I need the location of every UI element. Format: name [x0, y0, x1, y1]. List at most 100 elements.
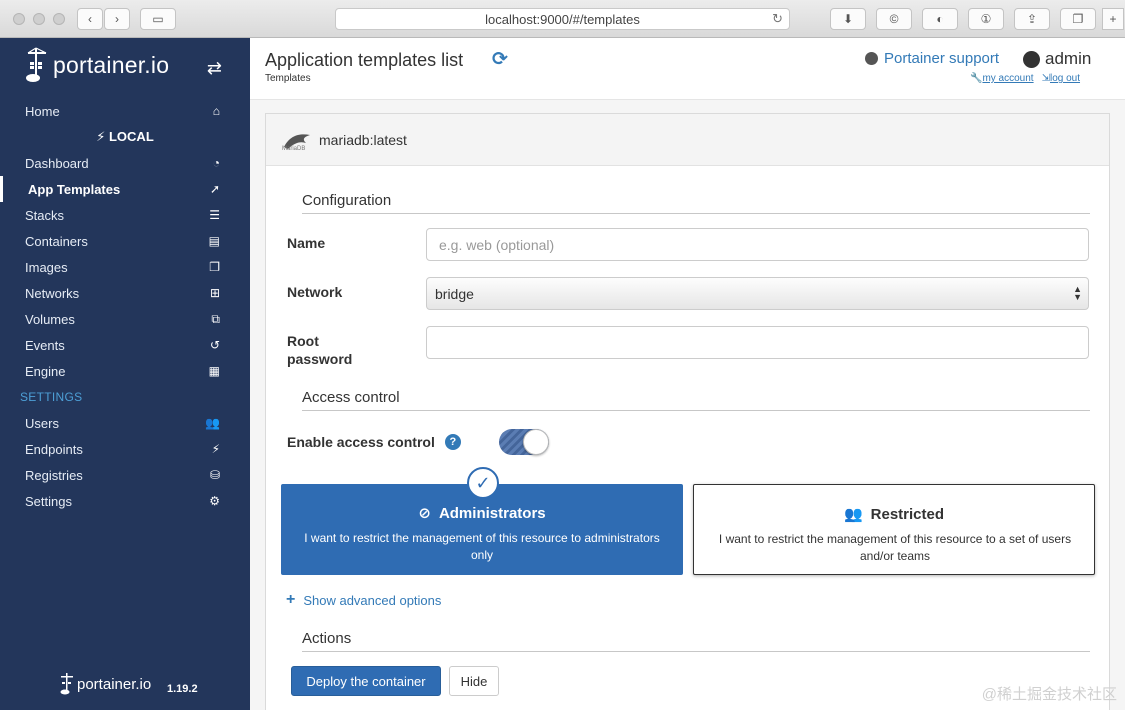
crane-icon: [26, 47, 47, 82]
sidebar-item-events[interactable]: Events ↺: [0, 332, 250, 358]
close-window-button[interactable]: [13, 13, 25, 25]
template-name: mariadb:latest: [319, 132, 407, 148]
chevron-right-icon: ›: [115, 12, 119, 26]
logo-text: portainer.io: [53, 51, 170, 78]
sidebar-item-app-templates[interactable]: App Templates ➚: [0, 176, 250, 202]
history-icon: ↺: [209, 338, 220, 352]
restricted-option[interactable]: 👥 Restricted I want to restrict the mana…: [693, 484, 1095, 575]
deploy-container-button[interactable]: Deploy the container: [291, 666, 441, 696]
sidebar-item-label: Settings: [25, 493, 72, 509]
tabs-button[interactable]: ❐: [1060, 8, 1096, 30]
sidebar-item-registries[interactable]: Registries ⛁: [0, 462, 250, 488]
support-label: Portainer support: [884, 50, 1000, 67]
username: admin: [1045, 49, 1092, 68]
back-button[interactable]: ‹: [77, 8, 103, 30]
access-control-toggle[interactable]: [499, 429, 549, 455]
sidebar-item-label: Events: [25, 337, 65, 353]
name-input[interactable]: [426, 228, 1089, 261]
my-account-link[interactable]: 🔧my account: [970, 73, 1034, 84]
network-selected-value: bridge: [435, 285, 474, 302]
toggle-knob: [523, 429, 549, 455]
section-title: Actions: [302, 630, 352, 647]
sidebar-item-images[interactable]: Images ❐: [0, 254, 250, 280]
endpoint-header: ⚡ LOCAL: [0, 129, 250, 145]
reload-icon[interactable]: ↻: [772, 11, 783, 27]
select-arrows-icon: ▲ ▼: [1073, 284, 1082, 302]
sidebar: portainer.io ⇄ Home ⌂ ⚡ LOCAL Dashboard …: [0, 38, 250, 710]
account-links: 🔧my account ⇲log out: [970, 73, 1080, 84]
cubes-icon: ⧉: [211, 311, 220, 326]
sidebar-item-dashboard[interactable]: Dashboard ◔: [0, 150, 250, 176]
page-header: Application templates list ⟳ Templates P…: [250, 38, 1125, 100]
new-tab-button[interactable]: +: [1102, 8, 1124, 30]
name-label: Name: [287, 235, 326, 251]
help-icon[interactable]: ?: [444, 434, 461, 450]
sidebar-item-settings[interactable]: Settings ⚙: [0, 488, 250, 514]
sidebar-item-label: Users: [25, 415, 59, 431]
exchange-icon[interactable]: ⇄: [207, 58, 222, 79]
sidebar-item-engine[interactable]: Engine ▦: [0, 358, 250, 384]
password-button[interactable]: ①: [968, 8, 1004, 30]
share-button[interactable]: ⇪: [1014, 8, 1050, 30]
download-button[interactable]: ⬇: [830, 8, 866, 30]
version-label: 1.19.2: [167, 683, 198, 695]
administrators-option[interactable]: ✓ ⊘ Administrators I want to restrict th…: [281, 467, 683, 575]
th-icon: ▦: [208, 364, 220, 378]
plug-icon: ⚡: [96, 129, 106, 144]
support-link[interactable]: Portainer support: [865, 50, 999, 67]
hide-button[interactable]: Hide: [449, 666, 499, 696]
portainer-logo[interactable]: portainer.io: [25, 46, 169, 84]
enable-access-label-text: Enable access control: [287, 434, 435, 450]
server-icon: ▤: [208, 234, 220, 248]
watermark: @稀土掘金技术社区: [981, 686, 1117, 703]
breadcrumb: Templates: [265, 73, 311, 84]
restricted-title: 👥 Restricted: [694, 505, 1094, 524]
address-bar[interactable]: localhost:9000/#/templates ↻: [335, 8, 790, 30]
minimize-window-button[interactable]: [33, 13, 45, 25]
maximize-window-button[interactable]: [53, 13, 65, 25]
sidebar-item-volumes[interactable]: Volumes ⧉: [0, 306, 250, 332]
toggle-extension-button[interactable]: ◐: [922, 8, 958, 30]
sidebar-item-home[interactable]: Home ⌂: [0, 98, 250, 124]
configuration-section-header: Configuration: [302, 192, 1090, 214]
extension-icon: ©: [889, 12, 899, 26]
password-icon: ①: [980, 12, 992, 26]
template-widget: MariaDB mariadb:latest Configuration Nam…: [265, 113, 1110, 710]
support-icon: [865, 52, 878, 65]
sidebar-item-containers[interactable]: Containers ▤: [0, 228, 250, 254]
sidebar-item-label: Stacks: [25, 207, 65, 223]
logo-caption: MariaDB: [282, 146, 306, 152]
clone-icon: ❐: [209, 260, 220, 274]
network-label: Network: [287, 284, 343, 300]
refresh-icon[interactable]: ⟳: [492, 48, 508, 71]
log-out-link[interactable]: ⇲log out: [1042, 73, 1080, 84]
network-select[interactable]: bridge ▲ ▼: [426, 277, 1089, 310]
log-out-label: log out: [1049, 73, 1081, 84]
section-title: Access control: [302, 389, 400, 406]
sidebar-item-networks[interactable]: Networks ⊞: [0, 280, 250, 306]
sidebar-toggle-button[interactable]: ▭: [140, 8, 176, 30]
forward-button[interactable]: ›: [104, 8, 130, 30]
rocket-icon: ➚: [209, 182, 220, 196]
page-title: Application templates list: [265, 50, 464, 70]
root-password-label: Root password: [287, 332, 352, 368]
sidebar-item-stacks[interactable]: Stacks ☰: [0, 202, 250, 228]
endpoint-name: LOCAL: [108, 129, 154, 144]
sidebar-item-users[interactable]: Users 👥: [0, 410, 250, 436]
download-icon: ⬇: [842, 12, 854, 26]
restricted-description: I want to restrict the management of thi…: [718, 532, 1072, 563]
url-text: localhost:9000/#/templates: [485, 11, 640, 27]
sidebar-item-endpoints[interactable]: Endpoints ⚡: [0, 436, 250, 462]
root-password-label-line2: password: [287, 351, 353, 367]
administrators-title: ⊘ Administrators: [281, 504, 683, 523]
home-icon: ⌂: [212, 104, 220, 118]
share-icon: ⇪: [1026, 12, 1038, 26]
show-advanced-options-link[interactable]: + Show advanced options: [286, 591, 441, 609]
extension-button[interactable]: ©: [876, 8, 912, 30]
sidebar-item-label: Volumes: [25, 311, 75, 327]
root-password-input[interactable]: [426, 326, 1089, 359]
section-title: Configuration: [302, 192, 392, 209]
footer-logo: portainer.io: [60, 672, 151, 696]
list-icon: ☰: [209, 208, 220, 222]
actions-section-header: Actions: [302, 630, 1090, 652]
